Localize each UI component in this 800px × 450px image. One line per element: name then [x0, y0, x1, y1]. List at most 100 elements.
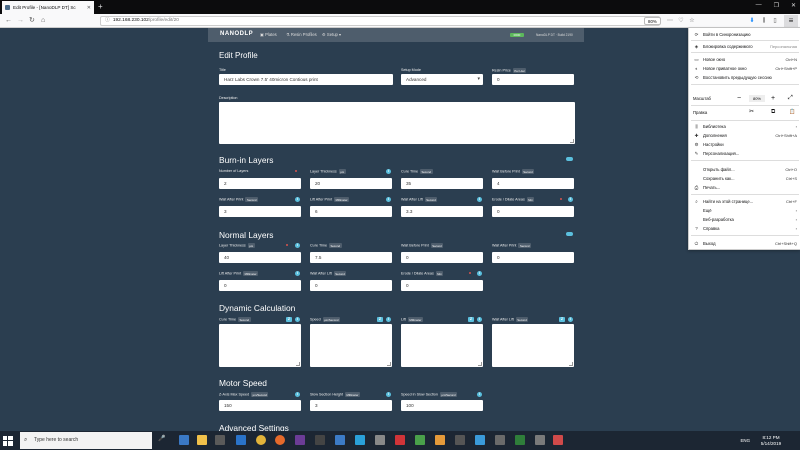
- nav-plates[interactable]: ▣ Plates: [260, 32, 277, 37]
- zoom-in-button[interactable]: +: [771, 93, 775, 104]
- app-icon[interactable]: [395, 435, 405, 445]
- download-icon[interactable]: ⬇: [748, 17, 756, 25]
- zoom-out-button[interactable]: −: [737, 93, 741, 104]
- mail-icon[interactable]: [236, 435, 246, 445]
- menu-save-as[interactable]: Сохранить как... Ctrl+S: [689, 174, 800, 183]
- back-icon[interactable]: ←: [5, 16, 12, 25]
- microphone-icon[interactable]: 🎤: [158, 435, 168, 445]
- app-icon[interactable]: [295, 435, 305, 445]
- app-icon[interactable]: [415, 435, 425, 445]
- nav-setup[interactable]: ⚙ Setup ▾: [322, 32, 341, 37]
- bookmark-star-icon[interactable]: ☆: [688, 17, 696, 25]
- burnin-erode-input[interactable]: 0: [492, 206, 574, 217]
- menu-new-window[interactable]: ▭ Новое окно Ctrl+N: [689, 55, 800, 64]
- info-icon[interactable]: i: [386, 317, 391, 322]
- menu-restore-session[interactable]: ⟲ Восстановить предыдущую сессию: [689, 73, 800, 82]
- chrome-icon[interactable]: [256, 435, 266, 445]
- minimize-button[interactable]: —: [756, 2, 762, 9]
- info-icon[interactable]: i: [295, 197, 300, 202]
- dynamic-speed-z-button[interactable]: Z: [377, 317, 383, 322]
- menu-settings[interactable]: ⚙ Настройки: [689, 140, 800, 149]
- reload-icon[interactable]: ↻: [29, 16, 35, 25]
- info-icon[interactable]: i: [477, 392, 482, 397]
- normal-wait-after-print-input[interactable]: 0: [492, 252, 574, 263]
- app-icon[interactable]: [355, 435, 365, 445]
- menu-print[interactable]: ⎙ Печать...: [689, 183, 800, 192]
- file-explorer-icon[interactable]: [197, 435, 207, 445]
- fullscreen-icon[interactable]: ⤢: [788, 93, 793, 104]
- nanodlp-logo[interactable]: NANODLP: [220, 31, 253, 37]
- taskbar-search-box[interactable]: ⌕ Type here to search: [20, 432, 152, 449]
- motor-slow-height-input[interactable]: 3: [310, 400, 392, 411]
- app-icon[interactable]: [455, 435, 465, 445]
- dynamic-lift-textarea[interactable]: [401, 324, 483, 367]
- motor-slow-speed-input[interactable]: 100: [401, 400, 483, 411]
- menu-open-file[interactable]: Открыть файл... Ctrl+O: [689, 165, 800, 174]
- burnin-toggle[interactable]: [566, 157, 573, 161]
- app-icon[interactable]: [315, 435, 325, 445]
- info-icon[interactable]: i: [568, 197, 573, 202]
- app-icon[interactable]: [475, 435, 485, 445]
- menu-more[interactable]: Ещё ›: [689, 206, 800, 215]
- motor-z-axis-input[interactable]: 150: [219, 400, 301, 411]
- maximize-button[interactable]: ❐: [774, 2, 779, 9]
- info-icon[interactable]: i: [477, 197, 482, 202]
- tab-close-icon[interactable]: ✕: [87, 5, 91, 11]
- firefox-icon[interactable]: [275, 435, 285, 445]
- burnin-lift-after-print-input[interactable]: 6: [310, 206, 392, 217]
- dynamic-lift-z-button[interactable]: Z: [468, 317, 474, 322]
- normal-lift-after-print-input[interactable]: 0: [219, 280, 301, 291]
- sidebar-icon[interactable]: ▯: [771, 17, 779, 25]
- page-actions-icon[interactable]: ⋯: [666, 17, 674, 25]
- zoom-badge[interactable]: 80%: [644, 17, 661, 25]
- menu-help[interactable]: ? Справка ›: [689, 224, 800, 233]
- dynamic-wait-after-lift-textarea[interactable]: [492, 324, 574, 367]
- normal-toggle[interactable]: [566, 232, 573, 236]
- nav-resin-profiles[interactable]: ⚗ Resin Profiles: [286, 32, 317, 37]
- menu-sync[interactable]: ⟳ Войти в Синхронизацию: [689, 30, 800, 39]
- menu-library[interactable]: ⫼ Библиотека ›: [689, 122, 800, 131]
- info-icon[interactable]: i: [295, 243, 300, 248]
- info-icon[interactable]: i: [477, 271, 482, 276]
- normal-wait-after-lift-input[interactable]: 0: [310, 280, 392, 291]
- app-icon[interactable]: [495, 435, 505, 445]
- dynamic-speed-textarea[interactable]: [310, 324, 392, 367]
- burnin-layer-thickness-input[interactable]: 20: [310, 178, 392, 189]
- app-icon[interactable]: [515, 435, 525, 445]
- normal-cure-time-input[interactable]: 7.5: [310, 252, 392, 263]
- app-icon[interactable]: [335, 435, 345, 445]
- language-indicator[interactable]: ENG: [740, 438, 750, 443]
- info-icon[interactable]: i: [295, 392, 300, 397]
- burnin-wait-after-lift-input[interactable]: 3.3: [401, 206, 483, 217]
- normal-erode-input[interactable]: 0: [401, 280, 483, 291]
- setup-mode-select[interactable]: Advanced: [401, 74, 483, 85]
- menu-webdev[interactable]: Веб-разработка ›: [689, 215, 800, 224]
- menu-find[interactable]: ⌕ Найти на этой странице... Ctrl+F: [689, 197, 800, 206]
- app-icon[interactable]: [375, 435, 385, 445]
- menu-private-window[interactable]: ◐ Новое приватное окно Ctrl+Shift+P: [689, 64, 800, 73]
- normal-layer-thickness-input[interactable]: 40: [219, 252, 301, 263]
- dynamic-wait-after-lift-z-button[interactable]: Z: [559, 317, 565, 322]
- zoom-reset-button[interactable]: 80%: [749, 95, 765, 102]
- close-window-button[interactable]: ✕: [791, 2, 796, 9]
- title-input[interactable]: Harz Labs Crown 7.5' 40micron Contious p…: [219, 74, 393, 85]
- normal-wait-before-print-input[interactable]: 0: [401, 252, 483, 263]
- dynamic-cure-time-textarea[interactable]: [219, 324, 301, 367]
- active-tab[interactable]: Edit Profile - [NanoDLP DT] Sc ✕: [2, 1, 94, 14]
- info-icon[interactable]: i: [386, 197, 391, 202]
- dynamic-cure-time-z-button[interactable]: Z: [286, 317, 292, 322]
- forward-icon[interactable]: →: [17, 16, 24, 25]
- app-icon[interactable]: [435, 435, 445, 445]
- new-tab-button[interactable]: +: [98, 2, 103, 12]
- menu-addons[interactable]: ✚ Дополнения Ctrl+Shift+A: [689, 131, 800, 140]
- burnin-cure-time-input[interactable]: 35: [401, 178, 483, 189]
- windows-start-button[interactable]: [3, 436, 13, 446]
- info-icon[interactable]: i: [477, 317, 482, 322]
- menu-quit[interactable]: ⏻ Выход Ctrl+Shift+Q: [689, 239, 800, 248]
- library-icon[interactable]: ⫼: [760, 17, 768, 25]
- app-icon[interactable]: [553, 435, 563, 445]
- info-icon[interactable]: i: [568, 317, 573, 322]
- app-icon[interactable]: [535, 435, 545, 445]
- info-icon[interactable]: i: [386, 169, 391, 174]
- cut-icon[interactable]: ✂: [749, 107, 754, 118]
